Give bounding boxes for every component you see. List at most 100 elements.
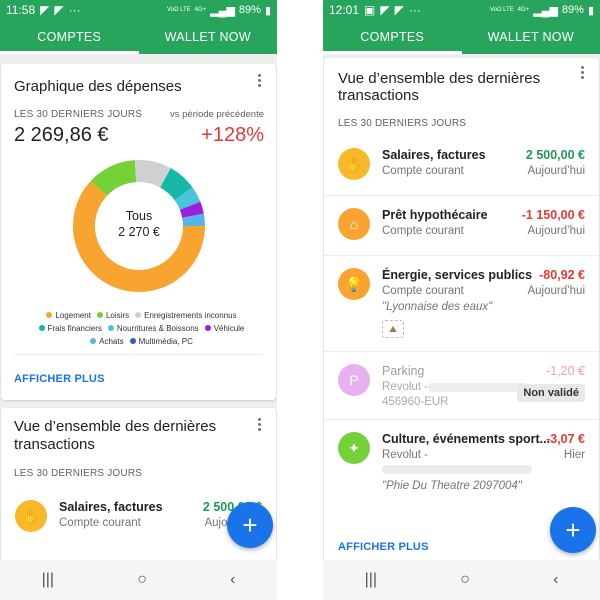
transaction-date: Aujourd’hui	[527, 225, 585, 237]
transaction-name: Prêt hypothécaire	[382, 208, 488, 222]
network-4g-label: 4G+	[194, 7, 207, 13]
legend-label: Loisirs	[105, 311, 130, 320]
legend-swatch	[135, 312, 142, 318]
house-dollar-icon: ⌂	[338, 208, 370, 240]
card-menu-icon[interactable]	[581, 66, 585, 81]
add-fab-button[interactable]: +	[550, 507, 596, 553]
period-label: LES 30 DERNIERS JOURS	[338, 118, 467, 129]
battery-icon: ▮	[587, 4, 594, 17]
transaction-amount: -3,07 €	[546, 432, 585, 446]
legend-label: Achats	[99, 337, 124, 346]
more-dots-icon: ···	[408, 3, 421, 17]
transactions-card-title-line2: transactions	[338, 87, 419, 104]
content-scroll[interactable]: Vue d’ensemble des dernières transaction…	[323, 54, 600, 560]
legend-label: Multimédia, PC	[138, 337, 193, 346]
transaction-date: Hier	[563, 449, 585, 461]
attachment-thumbnail-icon[interactable]: ⛰	[382, 320, 404, 338]
recent-apps-icon[interactable]: |||	[42, 571, 54, 589]
compare-label: vs période précédente	[169, 109, 264, 120]
show-more-button[interactable]: AFFICHER PLUS	[14, 373, 105, 385]
transaction-row[interactable]: 💡 Énergie, services publics Compte coura…	[324, 256, 599, 352]
network-type-label: VoΩ LTE	[489, 7, 514, 13]
card-menu-icon[interactable]	[258, 74, 262, 89]
transaction-account: Compte courant	[382, 165, 464, 177]
status-badge: Non validé	[517, 384, 585, 402]
recent-apps-icon[interactable]: |||	[365, 571, 377, 589]
transaction-name: Culture, événements sport...	[382, 432, 551, 446]
status-bar: 12:01 ▣ ◤ ◤ ··· VoΩ LTE 4G+ ▂▄▆ 89% ▮	[323, 0, 600, 20]
network-type-label: VoΩ LTE	[166, 7, 191, 13]
legend-swatch	[96, 312, 103, 318]
legend-row: Achats Multimédia, PC	[9, 335, 268, 348]
transaction-account: Compte courant	[59, 517, 141, 529]
legend-swatch	[90, 338, 97, 344]
chart-legend: Logement Loisirs Enregistrements inconnus F…	[9, 309, 268, 348]
transactions-card-title-line2: transactions	[14, 436, 95, 453]
legend-label: Nourritures & Boissons	[116, 324, 199, 333]
legend-row: Frais financiers Nourritures & Boissons Vé…	[9, 322, 268, 335]
hand-coin-icon: ✋	[15, 500, 47, 532]
transaction-account: Compte courant	[382, 285, 464, 297]
network-4g-label: 4G+	[517, 7, 530, 13]
expenses-card: Graphique des dépenses LES 30 DERNIERS J…	[1, 64, 276, 400]
content-scroll[interactable]: Graphique des dépenses LES 30 DERNIERS J…	[0, 54, 277, 560]
transactions-card-title-line1: Vue d’ensemble des dernières	[14, 418, 217, 435]
legend-row: Logement Loisirs Enregistrements inconnus	[9, 309, 268, 322]
redacted-account-bar	[382, 465, 532, 474]
navigation-arrow-icon: ◤	[380, 3, 390, 17]
status-bar: 11:58 ◤ ◤ ··· VoΩ LTE 4G+ ▂▄▆ 89% ▮	[0, 0, 277, 20]
transaction-row[interactable]: ⌂ Prêt hypothécaire Compte courant -1 15…	[324, 196, 599, 256]
transaction-account-suffix: 456960-EUR	[382, 396, 449, 408]
transaction-row[interactable]: P Parking Revolut - 456960-EUR -1,20 € N…	[324, 352, 599, 420]
legend-label: Logement	[55, 311, 91, 320]
navigation-arrow-icon: ◤	[40, 3, 50, 17]
back-icon[interactable]: ‹	[553, 571, 558, 589]
tab-comptes[interactable]: COMPTES	[323, 20, 462, 54]
transactions-card: Vue d’ensemble des dernières transaction…	[324, 58, 599, 560]
transaction-amount: -80,92 €	[539, 268, 585, 282]
transaction-account: Revolut -	[382, 381, 429, 393]
tab-wallet-now[interactable]: WALLET NOW	[139, 20, 278, 54]
transaction-note: "Lyonnaise des eaux"	[382, 301, 493, 313]
legend-swatch	[129, 338, 136, 344]
legend-label: Véhicule	[213, 324, 245, 333]
add-fab-button[interactable]: +	[227, 502, 273, 548]
transaction-account: Revolut -	[382, 449, 429, 461]
home-icon[interactable]: ○	[460, 571, 470, 589]
transactions-card-title-line1: Vue d’ensemble des dernières	[338, 70, 541, 87]
donut-center-label: Tous	[125, 209, 153, 223]
hand-coin-icon: ✋	[338, 148, 370, 180]
show-more-button[interactable]: AFFICHER PLUS	[338, 541, 429, 553]
party-icon: ✦	[338, 432, 370, 464]
legend-label: Frais financiers	[47, 324, 102, 333]
signal-icon: ▂▄▆	[210, 4, 235, 17]
system-nav-bar: ||| ○ ‹	[0, 560, 277, 600]
back-icon[interactable]: ‹	[230, 571, 235, 589]
card-menu-icon[interactable]	[258, 418, 262, 433]
expenses-total: 2 269,86 €	[14, 124, 109, 146]
transaction-name: Salaires, factures	[382, 148, 486, 162]
period-label: LES 30 DERNIERS JOURS	[14, 468, 143, 479]
battery-level: 89%	[561, 4, 584, 16]
donut-center-value: 2 270 €	[118, 225, 160, 239]
system-nav-bar: ||| ○ ‹	[323, 560, 600, 600]
more-dots-icon: ···	[68, 3, 81, 17]
transaction-row[interactable]: ✦ Culture, événements sport... Revolut -…	[324, 420, 599, 506]
transaction-account: Compte courant	[382, 225, 464, 237]
legend-swatch	[38, 325, 45, 331]
transaction-name: Énergie, services publics	[382, 268, 533, 282]
home-icon[interactable]: ○	[137, 571, 147, 589]
tab-comptes[interactable]: COMPTES	[0, 20, 139, 54]
divider	[14, 354, 263, 355]
navigation-arrow-icon: ◤	[54, 3, 64, 17]
transaction-note: "Phie Du Theatre 2097004"	[382, 480, 522, 492]
status-time: 11:58	[6, 3, 36, 17]
expenses-card-title: Graphique des dépenses	[14, 78, 182, 95]
tab-wallet-now[interactable]: WALLET NOW	[462, 20, 600, 54]
transaction-row[interactable]: ✋ Salaires, factures Compte courant 2 50…	[324, 136, 599, 196]
battery-level: 89%	[238, 4, 261, 16]
battery-icon: ▮	[264, 4, 271, 17]
expenses-change: +128%	[201, 124, 264, 146]
redacted-account-bar	[428, 383, 528, 392]
legend-swatch	[46, 312, 53, 318]
